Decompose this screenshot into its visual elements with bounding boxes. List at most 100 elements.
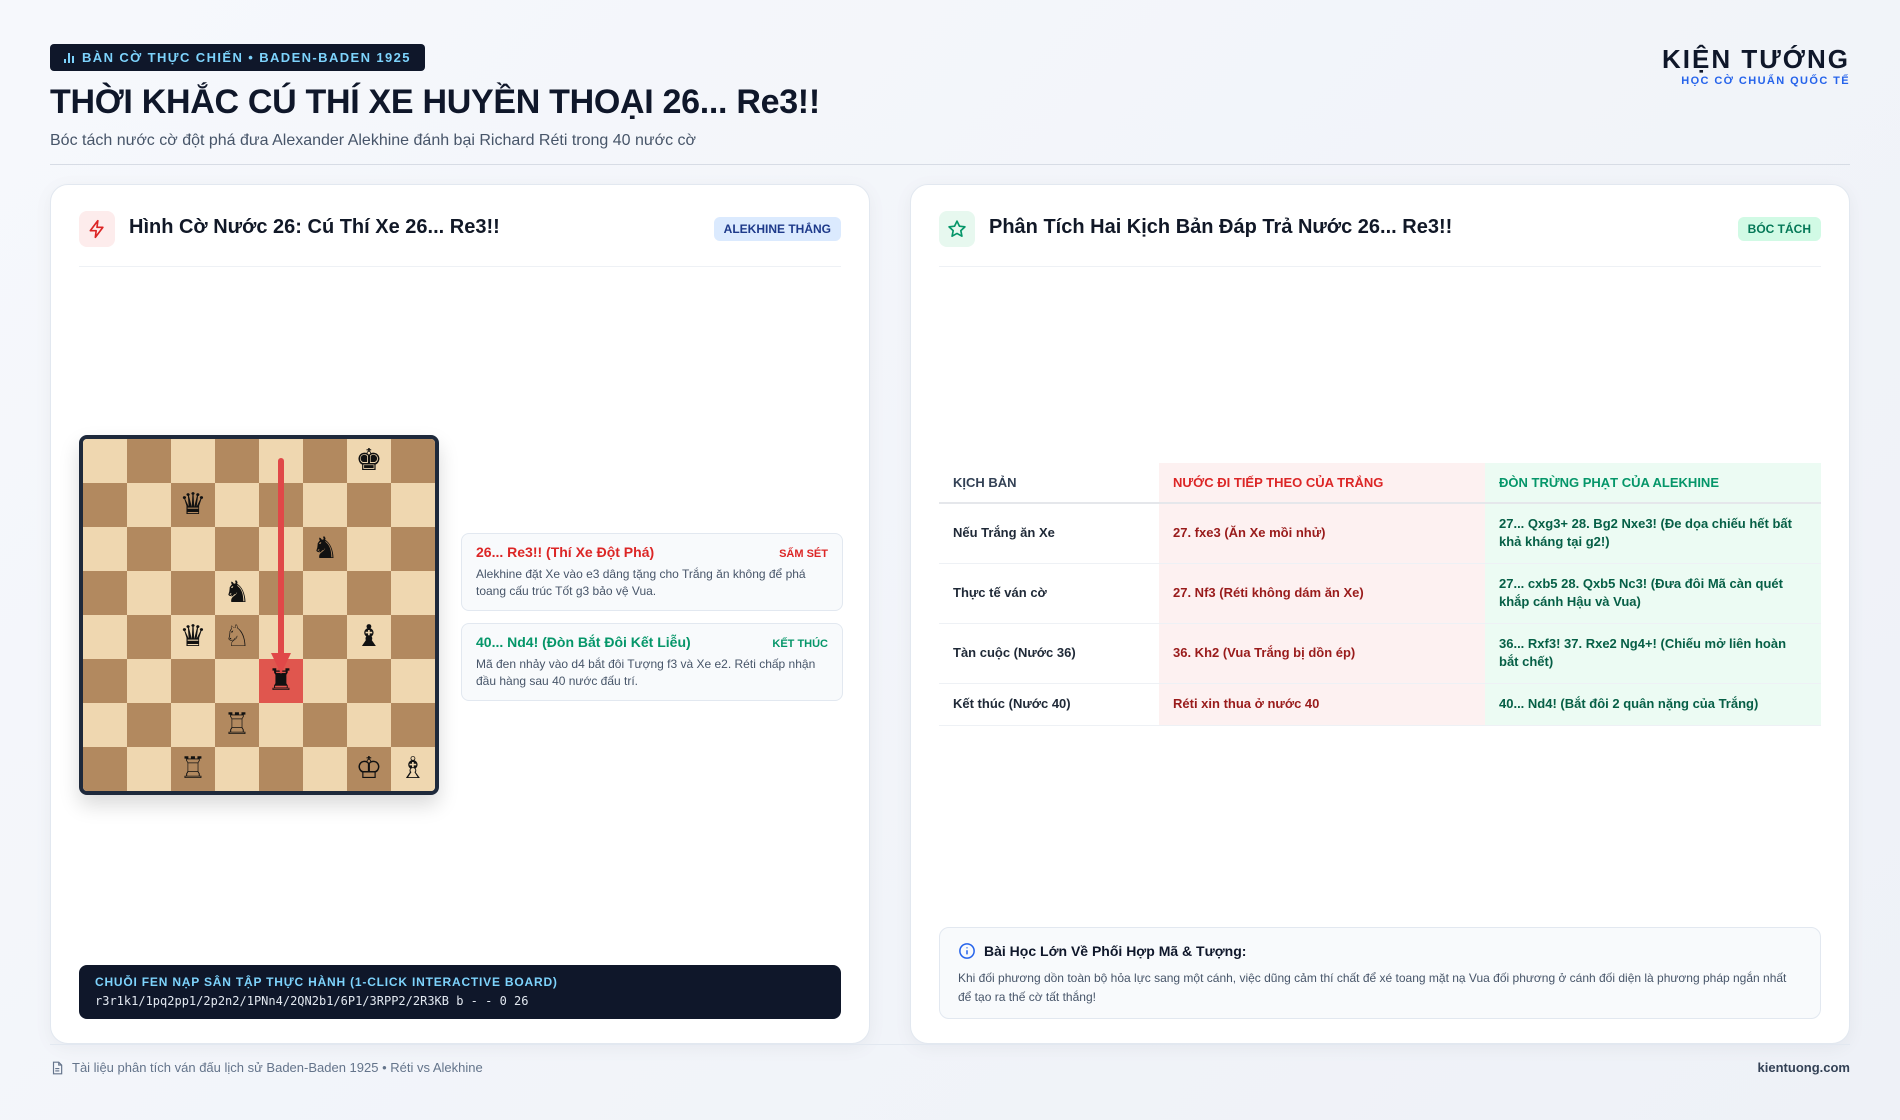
square-g8[interactable]: ♚ — [347, 439, 391, 483]
chess-piece[interactable]: ♞ — [224, 578, 251, 608]
analysis-panel-title: Phân Tích Hai Kịch Bản Đáp Trả Nước 26..… — [989, 216, 1453, 238]
square-d7[interactable] — [215, 483, 259, 527]
square-h4[interactable] — [391, 615, 435, 659]
square-h2[interactable] — [391, 703, 435, 747]
square-f3[interactable] — [303, 659, 347, 703]
chess-piece[interactable]: ♝ — [356, 622, 383, 652]
square-b3[interactable] — [127, 659, 171, 703]
move-notes: 26... Re3!! (Thí Xe Đột Phá) SẤM SÉT Ale… — [461, 533, 843, 713]
square-a4[interactable] — [83, 615, 127, 659]
analysis-panel: Phân Tích Hai Kịch Bản Đáp Trả Nước 26..… — [910, 184, 1850, 1044]
white-move-cell: 27. fxe3 (Ăn Xe mồi nhử) — [1159, 503, 1485, 564]
square-f8[interactable] — [303, 439, 347, 483]
square-h3[interactable] — [391, 659, 435, 703]
square-c8[interactable] — [171, 439, 215, 483]
column-header: NƯỚC ĐI TIẾP THEO CỦA TRẮNG — [1159, 463, 1485, 504]
square-f6[interactable]: ♞ — [303, 527, 347, 571]
lightning-icon — [79, 211, 115, 247]
square-a1[interactable] — [83, 747, 127, 791]
square-g2[interactable] — [347, 703, 391, 747]
scenario-cell: Kết thúc (Nước 40) — [939, 683, 1159, 726]
square-b1[interactable] — [127, 747, 171, 791]
square-b6[interactable] — [127, 527, 171, 571]
square-h8[interactable] — [391, 439, 435, 483]
chess-piece[interactable]: ♗ — [400, 754, 427, 784]
square-h7[interactable] — [391, 483, 435, 527]
square-g4[interactable]: ♝ — [347, 615, 391, 659]
square-c2[interactable] — [171, 703, 215, 747]
footer-link[interactable]: kientuong.com — [1758, 1060, 1850, 1075]
square-e3[interactable]: ♜ — [259, 659, 303, 703]
chess-piece[interactable]: ♛ — [180, 622, 207, 652]
square-a8[interactable] — [83, 439, 127, 483]
square-a3[interactable] — [83, 659, 127, 703]
square-a7[interactable] — [83, 483, 127, 527]
square-b5[interactable] — [127, 571, 171, 615]
square-d8[interactable] — [215, 439, 259, 483]
chess-board[interactable]: ♚ ♛ ♞ ♞ ♛ ♘ ♝ ♜ ♖ ♖ ♔ ♗ — [79, 435, 439, 795]
square-c6[interactable] — [171, 527, 215, 571]
square-g7[interactable] — [347, 483, 391, 527]
square-d4[interactable]: ♘ — [215, 615, 259, 659]
square-e8[interactable] — [259, 439, 303, 483]
note-title: 26... Re3!! (Thí Xe Đột Phá) — [476, 544, 655, 560]
square-g5[interactable] — [347, 571, 391, 615]
square-f4[interactable] — [303, 615, 347, 659]
square-f2[interactable] — [303, 703, 347, 747]
black-response-cell: 40... Nd4! (Bắt đôi 2 quân nặng của Trắn… — [1485, 683, 1821, 726]
square-d6[interactable] — [215, 527, 259, 571]
square-h1[interactable]: ♗ — [391, 747, 435, 791]
square-c4[interactable]: ♛ — [171, 615, 215, 659]
table-row: Tàn cuộc (Nước 36) 36. Kh2 (Vua Trắng bị… — [939, 623, 1821, 684]
square-e2[interactable] — [259, 703, 303, 747]
chess-piece[interactable]: ♜ — [268, 666, 295, 696]
brand-logo[interactable]: KIỆN TƯỚNG HỌC CỜ CHUẨN QUỐC TẾ — [1662, 44, 1850, 87]
footer-note: Tài liệu phân tích ván đấu lịch sử Baden… — [50, 1060, 483, 1075]
chess-piece[interactable]: ♔ — [356, 754, 383, 784]
square-c3[interactable] — [171, 659, 215, 703]
square-c1[interactable]: ♖ — [171, 747, 215, 791]
square-d5[interactable]: ♞ — [215, 571, 259, 615]
square-e1[interactable] — [259, 747, 303, 791]
square-c5[interactable] — [171, 571, 215, 615]
square-b2[interactable] — [127, 703, 171, 747]
square-g3[interactable] — [347, 659, 391, 703]
square-a2[interactable] — [83, 703, 127, 747]
board-grid[interactable]: ♚ ♛ ♞ ♞ ♛ ♘ ♝ ♜ ♖ ♖ ♔ ♗ — [83, 439, 435, 791]
chess-piece[interactable]: ♖ — [180, 754, 207, 784]
square-b4[interactable] — [127, 615, 171, 659]
square-g6[interactable] — [347, 527, 391, 571]
table-row: Thực tế ván cờ 27. Nf3 (Réti không dám ă… — [939, 563, 1821, 624]
brand-name: KIỆN TƯỚNG — [1662, 44, 1850, 74]
square-e4[interactable] — [259, 615, 303, 659]
square-f7[interactable] — [303, 483, 347, 527]
square-b7[interactable] — [127, 483, 171, 527]
square-d2[interactable]: ♖ — [215, 703, 259, 747]
square-f1[interactable] — [303, 747, 347, 791]
square-h6[interactable] — [391, 527, 435, 571]
chess-piece[interactable]: ♘ — [224, 622, 251, 652]
square-g1[interactable]: ♔ — [347, 747, 391, 791]
fen-box[interactable]: CHUỖI FEN NẠP SÂN TẬP THỰC HÀNH (1-CLICK… — [79, 965, 841, 1019]
square-a6[interactable] — [83, 527, 127, 571]
scenario-cell: Tàn cuộc (Nước 36) — [939, 623, 1159, 684]
square-c7[interactable]: ♛ — [171, 483, 215, 527]
square-e7[interactable] — [259, 483, 303, 527]
chess-piece[interactable]: ♚ — [356, 446, 383, 476]
chess-piece[interactable]: ♛ — [180, 490, 207, 520]
analysis-badge: BÓC TÁCH — [1737, 217, 1821, 241]
square-e5[interactable] — [259, 571, 303, 615]
note-body: Alekhine đặt Xe vào e3 dâng tặng cho Trắ… — [476, 567, 806, 598]
square-f5[interactable] — [303, 571, 347, 615]
square-d1[interactable] — [215, 747, 259, 791]
lesson-body: Khi đối phương dồn toàn bộ hỏa lực sang … — [958, 971, 1787, 1004]
square-b8[interactable] — [127, 439, 171, 483]
chess-piece[interactable]: ♖ — [224, 710, 251, 740]
square-d3[interactable] — [215, 659, 259, 703]
chess-piece[interactable]: ♞ — [312, 534, 339, 564]
square-a5[interactable] — [83, 571, 127, 615]
square-e6[interactable] — [259, 527, 303, 571]
square-h5[interactable] — [391, 571, 435, 615]
note-tag: KẾT THÚC — [772, 638, 828, 650]
fen-string[interactable]: r3r1k1/1pq2pp1/2p2n2/1PNn4/2QN2b1/6P1/3R… — [95, 994, 825, 1008]
